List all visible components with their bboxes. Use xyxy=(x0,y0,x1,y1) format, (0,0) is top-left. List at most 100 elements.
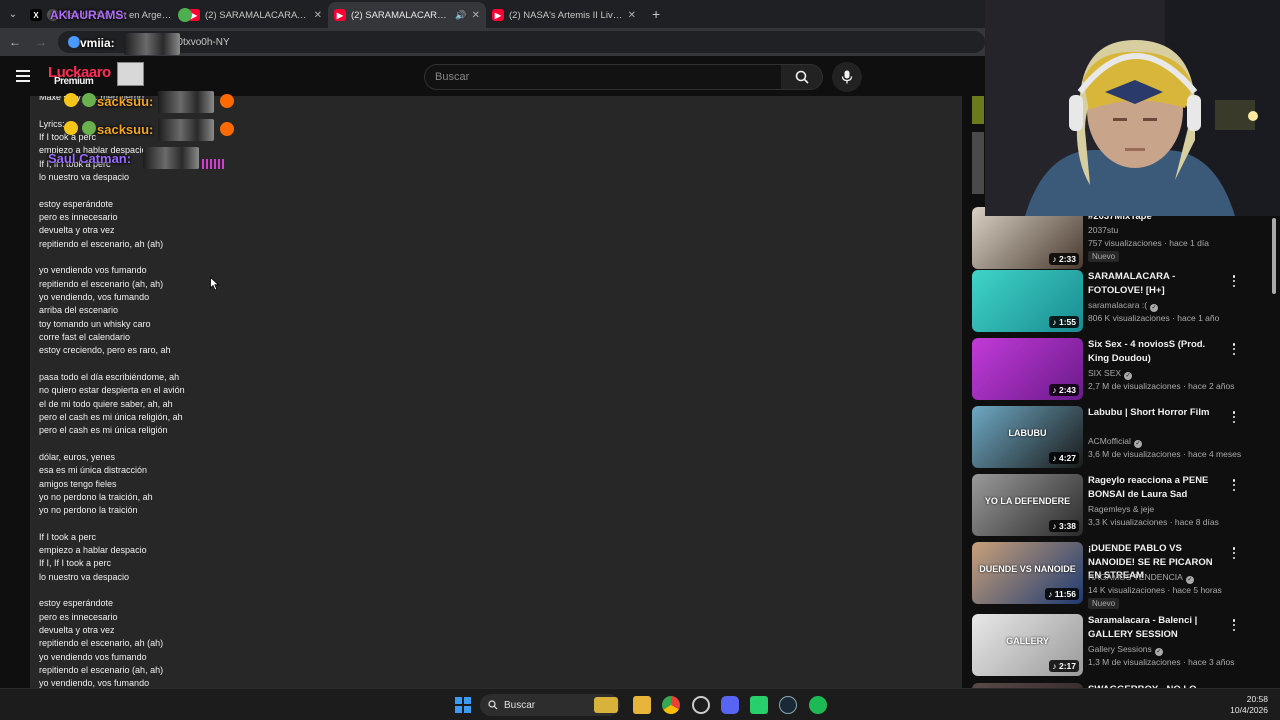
video-thumbnail[interactable]: ♪ 2:33 xyxy=(972,207,1083,269)
related-video[interactable]: ♪ 2:33 #2037MixTape 2037stu 757 visualizaci… xyxy=(972,207,1272,278)
lyric-line: repitiendo el escenario, ah (ah) xyxy=(39,638,164,649)
video-channel[interactable]: ACMofficial ✓ xyxy=(1088,436,1142,448)
youtube-header: Luckaaro Premium Buscar xyxy=(0,56,985,96)
new-badge: Nuevo xyxy=(1088,251,1120,262)
more-options-icon[interactable] xyxy=(1230,546,1238,560)
video-thumbnail[interactable]: ♪ 1:55 xyxy=(972,270,1083,332)
lyric-line: yo vendiendo, vos fumando xyxy=(39,291,150,302)
lyric-line: devuelta y otra vez xyxy=(39,225,115,236)
browser-tab-1[interactable]: ▶ (2) SARAMALACARA - DESPACIO ✕ xyxy=(182,2,328,28)
lyric-line: repitiendo el escenario, ah (ah) xyxy=(39,238,164,249)
audio-playing-icon[interactable]: 🔊 xyxy=(455,10,466,21)
video-title[interactable]: Labubu | Short Horror Film xyxy=(1088,406,1223,420)
lyric-blank-line xyxy=(39,438,185,451)
related-video[interactable]: YO LA DEFENDERE ♪ 3:38 Rageylo reacciona a… xyxy=(972,474,1272,540)
spotify-icon[interactable] xyxy=(809,696,827,714)
related-video[interactable]: DUENDE VS NANOIDE ♪ 11:56 ¡DUENDE PABLO VS… xyxy=(972,542,1272,609)
video-thumbnail[interactable]: GALLERY ♪ 2:17 xyxy=(972,614,1083,676)
verified-icon: ✓ xyxy=(1133,440,1142,448)
video-thumbnail[interactable]: YO LA DEFENDERE ♪ 3:38 xyxy=(972,474,1083,536)
video-channel[interactable]: Ragemleys & jeje xyxy=(1088,504,1154,514)
tab-search-chevron-icon[interactable]: ⌄ xyxy=(2,3,24,25)
browser-tab-title: (2) SARAMALACARA - DESPACIO xyxy=(351,9,450,21)
steam-icon[interactable] xyxy=(779,696,797,714)
related-video[interactable]: ♪ 1:55 SARAMALACARA - FOTOLOVE! [H+] saram… xyxy=(972,270,1272,336)
video-duration: ♪ 1:55 xyxy=(1049,316,1079,328)
address-bar[interactable]: h?v=20txvo0h-NY xyxy=(57,31,986,53)
lyric-line: arriba del escenario xyxy=(39,305,119,316)
search-placeholder: Buscar xyxy=(435,71,470,83)
youtube-icon: ▶ xyxy=(492,9,504,21)
video-channel[interactable]: saramalacara :(✓ xyxy=(1088,300,1159,312)
discord-icon[interactable] xyxy=(721,696,739,714)
streamer-webcam-image xyxy=(985,0,1280,216)
video-channel-name: Gallery Sessions xyxy=(1088,644,1152,654)
close-tab-icon[interactable]: ✕ xyxy=(628,10,636,21)
verified-icon: ✓ xyxy=(1124,372,1133,380)
video-channel-name: saramalacara :( xyxy=(1088,300,1148,310)
site-info-icon[interactable] xyxy=(67,36,80,48)
lyric-line: estoy esperándote xyxy=(39,198,114,209)
emote-icon xyxy=(64,93,78,107)
related-video[interactable]: LABUBU ♪ 4:27 Labubu | Short Horror Film AC… xyxy=(972,406,1272,472)
search-input[interactable]: Buscar xyxy=(424,64,782,90)
video-duration-value: 2:17 xyxy=(1058,661,1076,671)
overlay-emote-image xyxy=(124,33,180,55)
video-meta: 3,3 K visualizaciones · hace 8 días xyxy=(1088,517,1219,527)
video-channel[interactable]: HAGAMOS TENDENCIA ✓ xyxy=(1088,572,1194,584)
video-thumbnail[interactable]: LABUBU ♪ 4:27 xyxy=(972,406,1083,468)
youtube-logo[interactable]: Luckaaro Premium xyxy=(48,64,111,87)
back-arrow-icon[interactable]: ← xyxy=(4,31,26,53)
browser-tab-2[interactable]: ▶ (2) SARAMALACARA - DESPACIO 🔊 ✕ xyxy=(328,2,486,28)
file-explorer-icon[interactable] xyxy=(633,696,651,714)
close-tab-icon[interactable]: ✕ xyxy=(472,10,480,21)
search-button[interactable] xyxy=(781,64,823,90)
mouse-cursor-icon xyxy=(210,277,220,291)
video-thumbnail[interactable]: DUENDE VS NANOIDE ♪ 11:56 xyxy=(972,542,1083,604)
video-title[interactable]: Rageylo reacciona a PENE BONSAI de Laura… xyxy=(1088,474,1223,501)
lyric-blank-line xyxy=(39,518,185,531)
video-duration: ♪ 3:38 xyxy=(1049,520,1079,532)
more-options-icon[interactable] xyxy=(1230,410,1238,424)
lyric-blank-line xyxy=(39,584,185,597)
menu-icon[interactable] xyxy=(16,70,30,82)
video-channel[interactable]: 2037stu xyxy=(1088,225,1118,235)
lyric-line: yo vendiendo, vos fumando xyxy=(39,678,150,688)
clock-time: 20:58 xyxy=(1246,694,1268,704)
related-video[interactable]: ♪ 2:43 Six Sex - 4 noviosS (Prod. King Do… xyxy=(972,338,1272,404)
video-thumbnail[interactable]: ♪ 2:43 xyxy=(972,338,1083,400)
new-tab-icon[interactable]: + xyxy=(652,6,660,22)
lyric-blank-line xyxy=(39,251,185,264)
more-options-icon[interactable] xyxy=(1230,342,1238,356)
video-channel[interactable]: SIX SEX ✓ xyxy=(1088,368,1133,380)
video-channel[interactable]: Gallery Sessions ✓ xyxy=(1088,644,1163,656)
more-options-icon[interactable] xyxy=(1230,274,1238,288)
windows-start-icon[interactable] xyxy=(455,697,471,713)
forward-arrow-icon[interactable]: → xyxy=(30,31,52,53)
taskbar-search-label: Buscar xyxy=(504,699,536,711)
system-clock[interactable]: 20:58 10/4/2026 xyxy=(1230,694,1268,716)
kick-icon[interactable] xyxy=(750,696,768,714)
video-channel-name: Ragemleys & jeje xyxy=(1088,504,1155,514)
video-title[interactable]: Six Sex - 4 noviosS (Prod. King Doudou) xyxy=(1088,338,1223,365)
overlay-emote-image xyxy=(158,119,214,141)
more-options-icon[interactable] xyxy=(1230,618,1238,632)
obs-icon[interactable] xyxy=(692,696,710,714)
more-options-icon[interactable] xyxy=(1230,478,1238,492)
lyric-line: pero es innecesario xyxy=(39,611,118,622)
taskbar-search[interactable]: Buscar xyxy=(480,694,620,716)
video-title[interactable]: Saramalacara - Balenci | GALLERY SESSION xyxy=(1088,614,1223,641)
close-tab-icon[interactable]: ✕ xyxy=(314,10,322,21)
voice-search-button[interactable] xyxy=(832,62,862,92)
lyric-line: repitiendo el escenario (ah, ah) xyxy=(39,665,164,676)
video-duration-value: 3:38 xyxy=(1058,521,1076,531)
lyric-line: estoy creciendo, pero es raro, ah xyxy=(39,345,171,356)
video-description[interactable]: Maxe ♥ by Isu: merr tiernoLyrics:If I to… xyxy=(30,96,962,688)
video-title[interactable]: SARAMALACARA - FOTOLOVE! [H+] xyxy=(1088,270,1223,297)
chrome-icon[interactable] xyxy=(662,696,680,714)
browser-tab-3[interactable]: ▶ (2) NASA's Artemis II Live Mission ✕ xyxy=(486,2,642,28)
sidebar-scrollbar[interactable] xyxy=(1272,218,1276,294)
related-video[interactable]: GALLERY ♪ 2:17 Saramalacara - Balenci | GA… xyxy=(972,614,1272,680)
overlay-emote-image xyxy=(143,147,199,169)
lyric-line: If I took a perc xyxy=(39,531,97,542)
